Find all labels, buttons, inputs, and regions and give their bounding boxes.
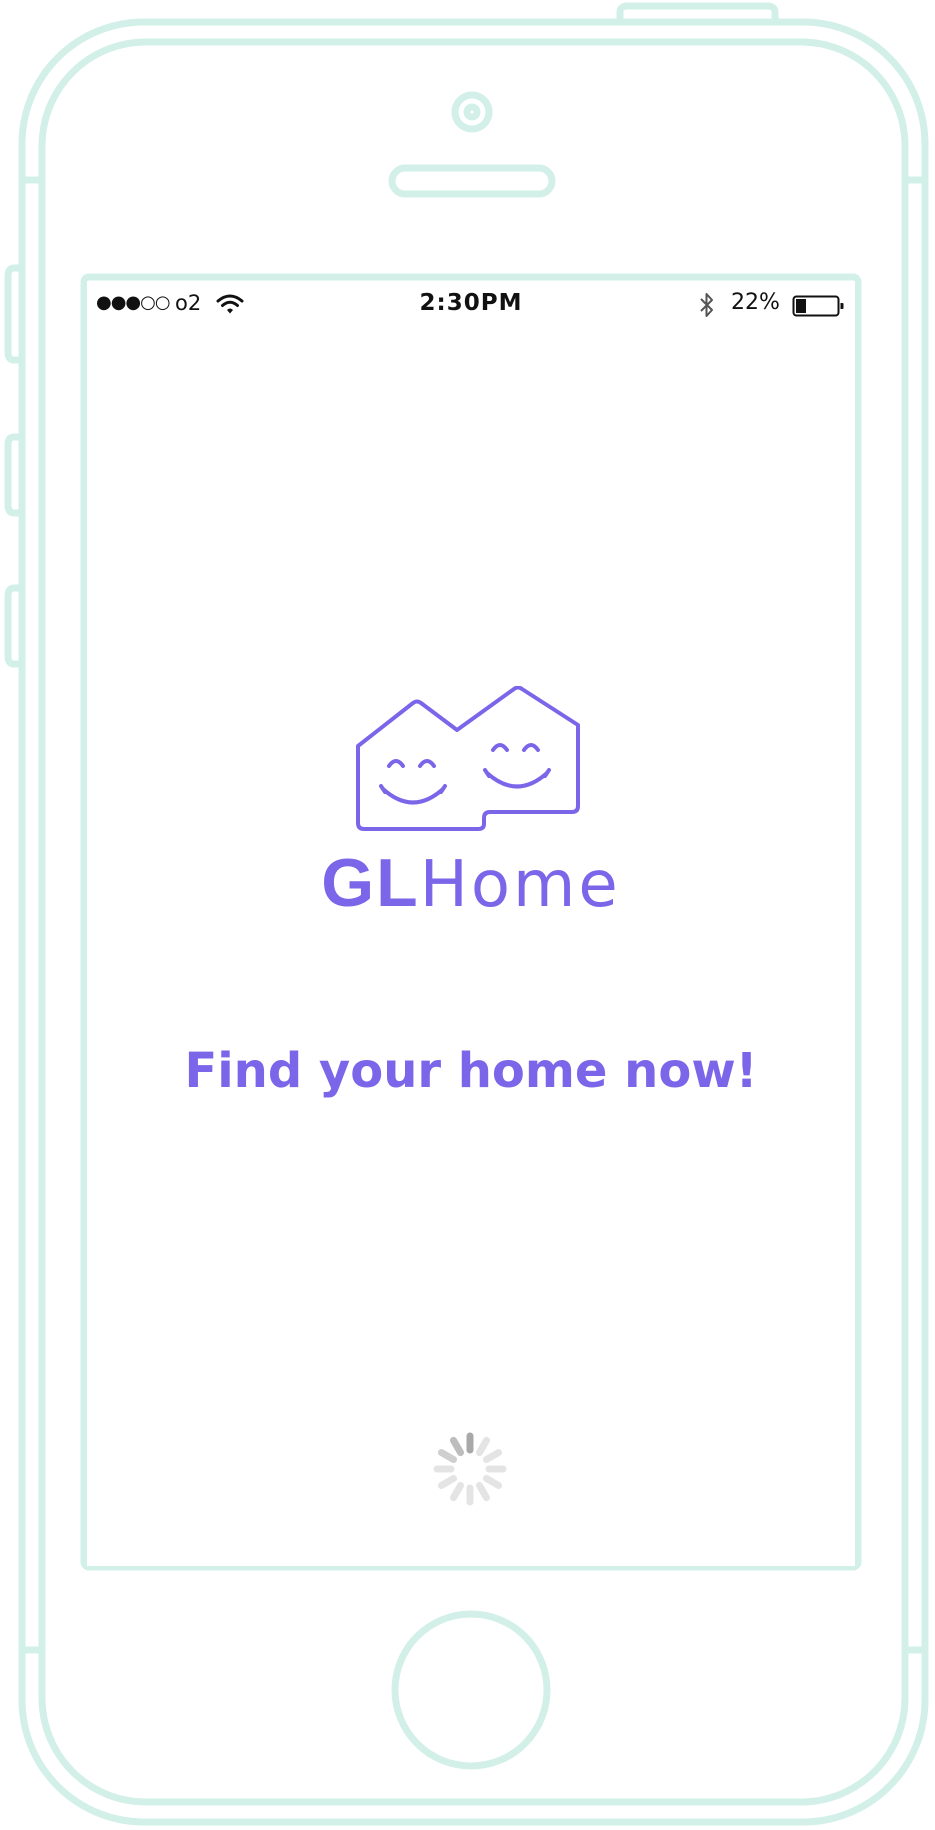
spinner-spoke [437,1449,458,1463]
spinner-spoke [482,1475,503,1489]
battery-icon [792,295,844,317]
brand-name-bold: GL [321,845,420,921]
tagline: Find your home now! [184,1043,758,1099]
loading-spinner-icon [433,1432,507,1506]
spinner-spoke [450,1436,464,1457]
spinner-spoke [450,1481,464,1502]
app-screen: ●●●○○ o2 2:30PM 22% GLHome Find your hom… [87,281,855,1566]
battery-percent: 22% [731,290,780,315]
spinner-spoke [476,1481,490,1502]
spinner-spoke [482,1449,503,1463]
brand-name: GLHome [87,843,855,925]
status-bar: ●●●○○ o2 2:30PM 22% [87,281,855,331]
bluetooth-icon [700,293,713,317]
smiling-houses-logo-icon [356,686,580,831]
spinner-spoke [437,1475,458,1489]
spinner-spoke [476,1436,490,1457]
brand-name-light: Home [419,848,621,922]
